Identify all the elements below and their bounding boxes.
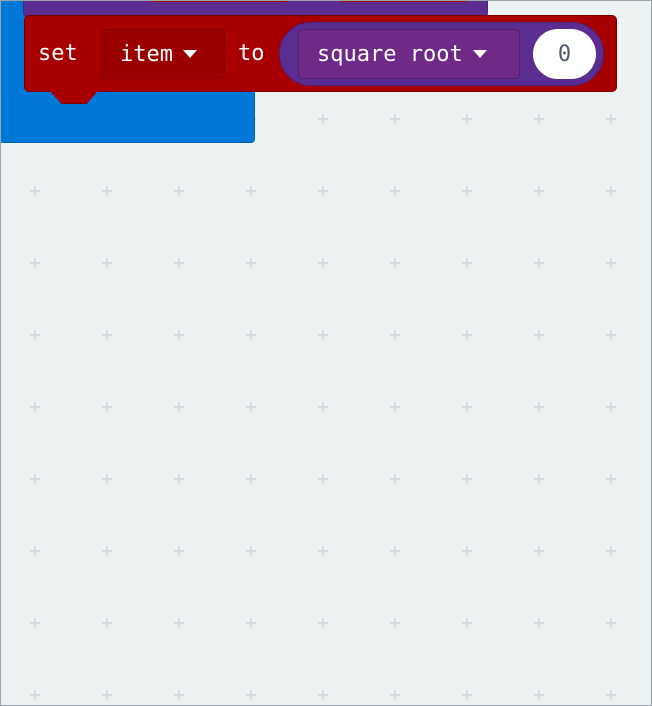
grid-cross <box>534 186 544 196</box>
grid-cross <box>246 402 256 412</box>
grid-cross <box>30 546 40 556</box>
grid-cross <box>102 618 112 628</box>
grid-cross <box>174 402 184 412</box>
variable-name: item <box>120 41 173 67</box>
grid-cross <box>318 618 328 628</box>
caret-down-icon <box>182 50 197 58</box>
grid-cross <box>606 474 616 484</box>
grid-cross <box>534 114 544 124</box>
grid-cross <box>390 546 400 556</box>
grid-cross <box>246 258 256 268</box>
grid-cross <box>102 546 112 556</box>
grid-cross <box>390 258 400 268</box>
grid-cross <box>30 186 40 196</box>
grid-cross <box>606 330 616 340</box>
grid-cross <box>534 690 544 700</box>
grid-cross <box>534 474 544 484</box>
grid-cross <box>174 186 184 196</box>
grid-cross <box>318 402 328 412</box>
number-value: 0 <box>557 41 572 67</box>
grid-cross <box>246 690 256 700</box>
set-keyword: set <box>38 41 78 66</box>
grid-cross <box>102 258 112 268</box>
grid-cross <box>606 186 616 196</box>
grid-cross <box>462 330 472 340</box>
grid-cross <box>174 258 184 268</box>
grid-cross <box>246 546 256 556</box>
grid-cross <box>318 690 328 700</box>
grid-cross <box>246 474 256 484</box>
grid-cross <box>606 546 616 556</box>
grid-cross <box>390 402 400 412</box>
grid-cross <box>462 474 472 484</box>
purple-block-slot <box>334 1 474 2</box>
grid-cross <box>174 474 184 484</box>
grid-cross <box>390 474 400 484</box>
grid-cross <box>174 690 184 700</box>
grid-cross <box>30 474 40 484</box>
math-operation-dropdown[interactable]: square root <box>298 29 520 79</box>
grid-cross <box>390 690 400 700</box>
grid-cross <box>462 690 472 700</box>
grid-cross <box>246 618 256 628</box>
grid-cross <box>30 690 40 700</box>
grid-cross <box>534 546 544 556</box>
purple-block-slot <box>144 1 294 2</box>
grid-cross <box>462 618 472 628</box>
grid-cross <box>534 618 544 628</box>
grid-cross <box>606 258 616 268</box>
grid-cross <box>30 258 40 268</box>
grid-cross <box>390 186 400 196</box>
grid-cross <box>390 330 400 340</box>
grid-cross <box>318 474 328 484</box>
grid-cross <box>606 690 616 700</box>
grid-cross <box>318 546 328 556</box>
grid-cross <box>462 546 472 556</box>
grid-cross <box>534 330 544 340</box>
grid-cross <box>246 186 256 196</box>
grid-cross <box>390 618 400 628</box>
grid-cross <box>174 618 184 628</box>
grid-cross <box>606 618 616 628</box>
grid-cross <box>534 402 544 412</box>
grid-cross <box>102 186 112 196</box>
variable-dropdown[interactable]: item <box>101 29 225 79</box>
grid-cross <box>102 330 112 340</box>
grid-cross <box>30 618 40 628</box>
math-operation-name: square root <box>317 41 463 67</box>
number-input-field[interactable]: 0 <box>533 29 596 79</box>
grid-cross <box>606 402 616 412</box>
grid-cross <box>318 114 328 124</box>
grid-cross <box>462 186 472 196</box>
grid-cross <box>30 330 40 340</box>
grid-cross <box>102 474 112 484</box>
grid-cross <box>462 402 472 412</box>
blocks-workspace[interactable]: set item to square root 0 <box>0 0 652 706</box>
grid-cross <box>174 330 184 340</box>
grid-cross <box>390 114 400 124</box>
grid-cross <box>462 114 472 124</box>
grid-cross <box>174 546 184 556</box>
grid-cross <box>30 402 40 412</box>
grid-cross <box>318 330 328 340</box>
grid-cross <box>534 258 544 268</box>
grid-cross <box>102 690 112 700</box>
grid-cross <box>102 402 112 412</box>
grid-cross <box>318 186 328 196</box>
grid-cross <box>318 258 328 268</box>
grid-cross <box>246 330 256 340</box>
to-keyword: to <box>238 41 265 66</box>
caret-down-icon <box>472 50 487 58</box>
grid-cross <box>606 114 616 124</box>
grid-cross <box>462 258 472 268</box>
